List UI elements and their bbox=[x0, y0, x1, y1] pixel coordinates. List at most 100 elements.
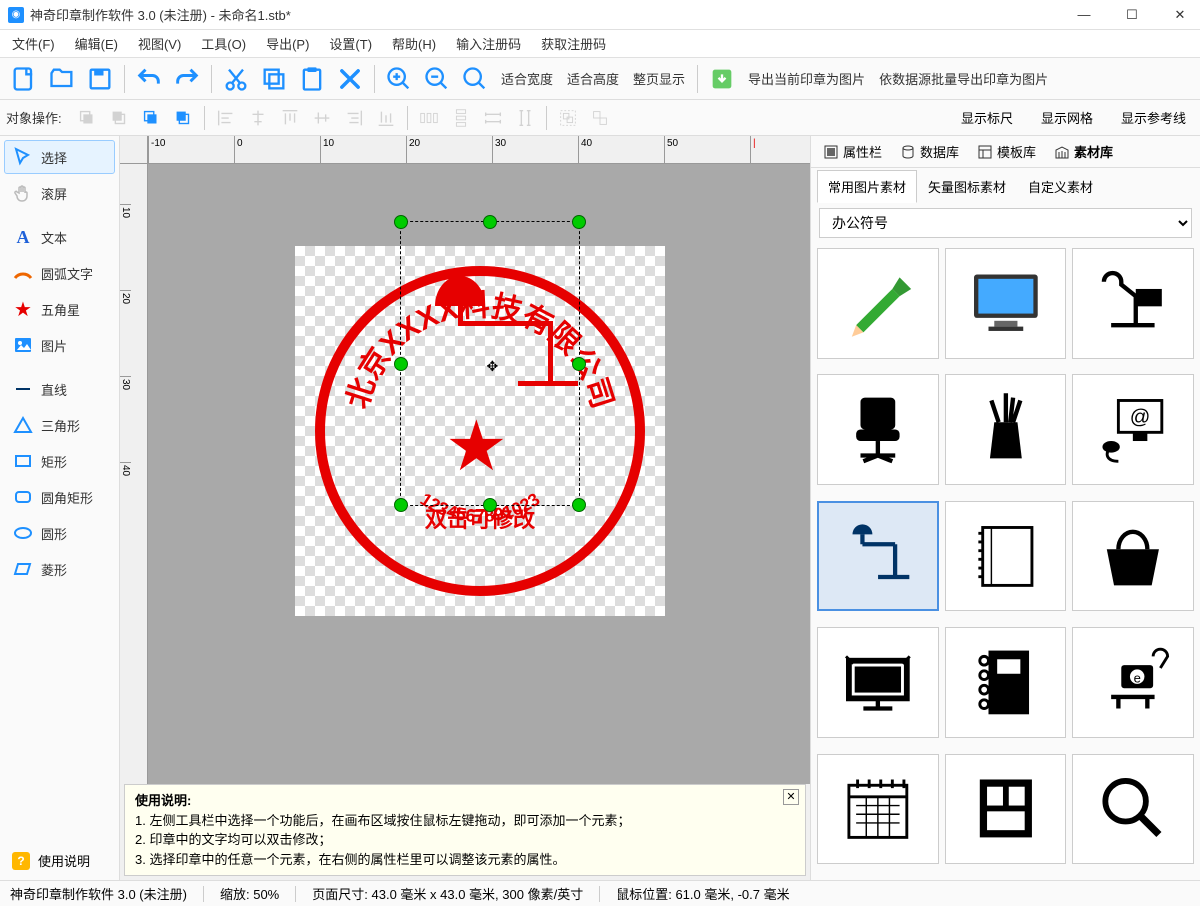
align-left-icon[interactable] bbox=[211, 103, 241, 133]
material-pencil[interactable] bbox=[817, 248, 939, 359]
resize-handle-e[interactable] bbox=[572, 357, 586, 371]
align-right-icon[interactable] bbox=[339, 103, 369, 133]
align-bottom-icon[interactable] bbox=[371, 103, 401, 133]
export-current-button[interactable]: 导出当前印章为图片 bbox=[742, 65, 871, 92]
delete-button[interactable] bbox=[332, 61, 368, 97]
resize-handle-s[interactable] bbox=[483, 498, 497, 512]
tool-star[interactable]: ★ 五角星 bbox=[4, 292, 115, 326]
menu-setting[interactable]: 设置(T) bbox=[329, 34, 372, 53]
tool-arc-text[interactable]: 圆弧文字 bbox=[4, 256, 115, 290]
bring-forward-icon[interactable] bbox=[136, 103, 166, 133]
resize-handle-w[interactable] bbox=[394, 357, 408, 371]
menu-help[interactable]: 帮助(H) bbox=[392, 34, 436, 53]
tool-parallelogram[interactable]: 菱形 bbox=[4, 552, 115, 586]
tab-database[interactable]: 数据库 bbox=[896, 138, 963, 165]
category-select[interactable]: 办公符号 bbox=[819, 208, 1192, 238]
ungroup-icon[interactable] bbox=[585, 103, 615, 133]
fit-width-button[interactable]: 适合宽度 bbox=[495, 65, 559, 92]
tool-triangle[interactable]: 三角形 bbox=[4, 408, 115, 442]
new-button[interactable] bbox=[6, 61, 42, 97]
resize-handle-n[interactable] bbox=[483, 215, 497, 229]
show-ruler-button[interactable]: 显示标尺 bbox=[953, 104, 1021, 131]
open-button[interactable] bbox=[44, 61, 80, 97]
distribute-h-icon[interactable] bbox=[414, 103, 444, 133]
distribute-v-icon[interactable] bbox=[446, 103, 476, 133]
menu-input-reg[interactable]: 输入注册码 bbox=[456, 34, 521, 53]
same-width-icon[interactable] bbox=[478, 103, 508, 133]
save-button[interactable] bbox=[82, 61, 118, 97]
material-computer-at[interactable]: @ bbox=[1072, 374, 1194, 485]
zoom-in-button[interactable] bbox=[381, 61, 417, 97]
resize-handle-ne[interactable] bbox=[572, 215, 586, 229]
tool-rect[interactable]: 矩形 bbox=[4, 444, 115, 478]
show-grid-button[interactable]: 显示网格 bbox=[1033, 104, 1101, 131]
material-basket[interactable] bbox=[1072, 501, 1194, 612]
maximize-button[interactable]: ☐ bbox=[1120, 3, 1144, 27]
menu-export[interactable]: 导出(P) bbox=[266, 34, 309, 53]
resize-handle-sw[interactable] bbox=[394, 498, 408, 512]
export-icon[interactable] bbox=[704, 61, 740, 97]
same-height-icon[interactable] bbox=[510, 103, 540, 133]
material-binder[interactable] bbox=[945, 627, 1067, 738]
seal-bottom-text[interactable]: 双击可修改 bbox=[315, 502, 645, 534]
zoom-reset-button[interactable] bbox=[457, 61, 493, 97]
material-chair[interactable] bbox=[817, 374, 939, 485]
material-organizer[interactable] bbox=[945, 754, 1067, 865]
batch-export-button[interactable]: 依数据源批量导出印章为图片 bbox=[873, 65, 1054, 92]
fit-height-button[interactable]: 适合高度 bbox=[561, 65, 625, 92]
material-monitor-stand[interactable] bbox=[817, 627, 939, 738]
align-center-h-icon[interactable] bbox=[243, 103, 273, 133]
bring-front-icon[interactable] bbox=[72, 103, 102, 133]
vertical-ruler[interactable]: 10 20 30 40 bbox=[120, 164, 148, 784]
cut-button[interactable] bbox=[218, 61, 254, 97]
tool-round-rect[interactable]: 圆角矩形 bbox=[4, 480, 115, 514]
tool-image[interactable]: 图片 bbox=[4, 328, 115, 362]
tool-pan[interactable]: 滚屏 bbox=[4, 176, 115, 210]
material-penholder[interactable] bbox=[945, 374, 1067, 485]
minimize-button[interactable]: — bbox=[1072, 3, 1096, 27]
material-tablet[interactable]: e bbox=[1072, 627, 1194, 738]
mtab-vector[interactable]: 矢量图标素材 bbox=[917, 170, 1017, 203]
tool-text[interactable]: A 文本 bbox=[4, 220, 115, 254]
resize-handle-nw[interactable] bbox=[394, 215, 408, 229]
full-display-button[interactable]: 整页显示 bbox=[627, 65, 691, 92]
help-close-button[interactable]: ✕ bbox=[783, 789, 799, 805]
material-monitor[interactable] bbox=[945, 248, 1067, 359]
tool-select[interactable]: 选择 bbox=[4, 140, 115, 174]
paste-button[interactable] bbox=[294, 61, 330, 97]
tab-materials[interactable]: 素材库 bbox=[1050, 138, 1117, 165]
menu-tool[interactable]: 工具(O) bbox=[201, 34, 246, 53]
mtab-custom[interactable]: 自定义素材 bbox=[1017, 170, 1104, 203]
resize-handle-se[interactable] bbox=[572, 498, 586, 512]
align-center-v-icon[interactable] bbox=[307, 103, 337, 133]
material-desk-lamp[interactable] bbox=[817, 501, 939, 612]
redo-button[interactable] bbox=[169, 61, 205, 97]
send-back-icon[interactable] bbox=[104, 103, 134, 133]
undo-button[interactable] bbox=[131, 61, 167, 97]
tab-properties[interactable]: 属性栏 bbox=[819, 138, 886, 165]
menu-edit[interactable]: 编辑(E) bbox=[75, 34, 118, 53]
show-guides-button[interactable]: 显示参考线 bbox=[1113, 104, 1194, 131]
group-icon[interactable] bbox=[553, 103, 583, 133]
material-notebook[interactable] bbox=[945, 501, 1067, 612]
material-desk[interactable] bbox=[1072, 248, 1194, 359]
menu-view[interactable]: 视图(V) bbox=[138, 34, 181, 53]
close-button[interactable]: ✕ bbox=[1168, 3, 1192, 27]
ruler-corner bbox=[120, 136, 148, 164]
tool-line[interactable]: 直线 bbox=[4, 372, 115, 406]
help-button[interactable]: ? 使用说明 bbox=[4, 845, 115, 876]
tab-templates[interactable]: 模板库 bbox=[973, 138, 1040, 165]
copy-button[interactable] bbox=[256, 61, 292, 97]
send-backward-icon[interactable] bbox=[168, 103, 198, 133]
align-top-icon[interactable] bbox=[275, 103, 305, 133]
menu-get-reg[interactable]: 获取注册码 bbox=[541, 34, 606, 53]
material-calendar[interactable] bbox=[817, 754, 939, 865]
material-magnifier[interactable] bbox=[1072, 754, 1194, 865]
horizontal-ruler[interactable]: -10 0 10 20 30 40 50 | bbox=[148, 136, 810, 164]
canvas-area[interactable]: -10 0 10 20 30 40 50 | 10 20 30 40 bbox=[120, 136, 810, 784]
menu-file[interactable]: 文件(F) bbox=[12, 34, 55, 53]
tool-ellipse[interactable]: 圆形 bbox=[4, 516, 115, 550]
selection-box[interactable]: ✥ bbox=[400, 221, 580, 506]
zoom-out-button[interactable] bbox=[419, 61, 455, 97]
mtab-common[interactable]: 常用图片素材 bbox=[817, 170, 917, 203]
